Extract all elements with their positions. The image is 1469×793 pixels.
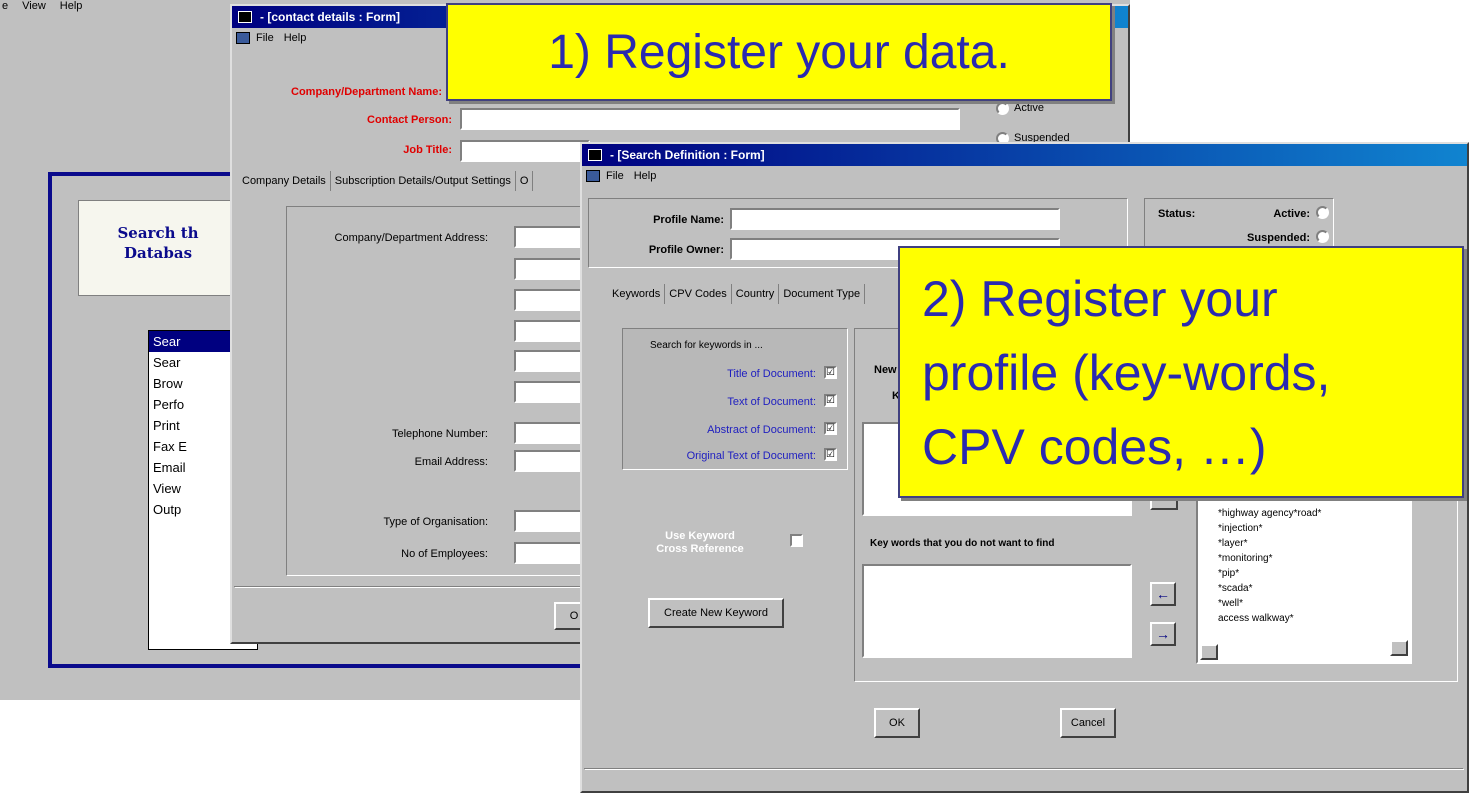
tab-other[interactable]: O [516,171,534,191]
search-in-title: Search for keywords in ... [650,340,763,351]
cross-reference-label: Use Keyword Cross Reference [630,530,770,556]
employees-label: No of Employees: [401,548,488,560]
list-item[interactable]: access walkway* [1218,611,1410,626]
ok-button[interactable]: OK [874,708,920,738]
banner-line-2: Databas [123,244,193,262]
email-input[interactable] [514,450,584,472]
contact-person-input[interactable] [460,108,960,130]
profile-name-input[interactable] [730,208,1060,230]
form-icon [588,149,602,161]
list-item[interactable]: *layer* [1218,536,1410,551]
title-of-document-checkbox[interactable]: ☑ [824,366,837,379]
form-menu-icon [586,170,600,182]
active-radio[interactable] [1316,206,1329,219]
cross-reference-line-2: Cross Reference [656,543,744,555]
address-line-3[interactable] [514,289,584,311]
search-window-title: - [Search Definition : Form] [610,148,765,162]
address-line-5[interactable] [514,350,584,372]
move-left-button[interactable]: ← [1150,582,1176,606]
cross-reference-checkbox[interactable] [790,534,803,547]
contact-tab-strip: Company Details Subscription Details/Out… [238,171,534,191]
abstract-of-document-checkbox[interactable]: ☑ [824,422,837,435]
search-window-titlebar[interactable]: - [Search Definition : Form] [582,144,1467,166]
email-label: Email Address: [414,456,488,468]
search-window-menubar: File Help [582,166,1467,186]
menu-item-view[interactable]: View [22,0,46,14]
address-line-4[interactable] [514,320,584,342]
divider [584,768,1464,770]
create-new-keyword-button[interactable]: Create New Keyword [648,598,784,628]
exclude-keywords-label: Key words that you do not want to find [870,538,1055,549]
menu-item-file[interactable]: File [606,166,624,186]
list-item[interactable]: *injection* [1218,521,1410,536]
profile-owner-label: Profile Owner: [648,244,724,256]
title-of-document-label: Title of Document: [727,368,816,380]
address-line-6[interactable] [514,381,584,403]
telephone-label: Telephone Number: [391,428,488,440]
move-right-button[interactable]: → [1150,622,1176,646]
callout-register-data: 1) Register your data. [446,3,1112,101]
text-of-document-checkbox[interactable]: ☑ [824,394,837,407]
list-item[interactable]: *highway agency*road* [1218,506,1410,521]
list-item[interactable]: *monitoring* [1218,551,1410,566]
callout-line-1: 2) Register your [922,271,1278,327]
list-item[interactable]: *pip* [1218,566,1410,581]
tab-keywords[interactable]: Keywords [608,284,666,304]
contact-window-title: - [contact details : Form] [260,10,401,24]
address-label: Company/Department Address: [334,232,488,244]
tab-country[interactable]: Country [732,284,780,304]
scroll-down-button[interactable] [1390,640,1408,656]
callout-line-3: CPV codes, …) [922,419,1267,475]
telephone-input[interactable] [514,422,584,444]
abstract-of-document-label: Abstract of Document: [707,424,816,436]
employees-input[interactable] [514,542,584,564]
company-name-label: Company/Department Name: [291,86,442,98]
menu-item-help[interactable]: Help [634,166,657,186]
address-line-2[interactable] [514,258,584,280]
suspended-label: Suspended: [1247,232,1310,244]
list-item[interactable]: *well* [1218,596,1410,611]
tab-cpv-codes[interactable]: CPV Codes [665,284,732,304]
form-icon [238,11,252,23]
list-item[interactable]: *scada* [1218,581,1410,596]
menu-item-file[interactable]: File [256,28,274,48]
menu-item-file[interactable]: e [2,0,8,14]
tab-subscription-details[interactable]: Subscription Details/Output Settings [331,171,516,191]
scroll-left-button[interactable] [1200,644,1218,660]
tab-company-details[interactable]: Company Details [238,171,331,191]
menu-item-help[interactable]: Help [60,0,83,14]
org-type-label: Type of Organisation: [383,516,488,528]
active-radio[interactable] [996,102,1009,115]
org-type-input[interactable] [514,510,584,532]
active-radio-label: Active [1014,102,1044,114]
callout-register-profile: 2) Register your profile (key-words, CPV… [898,246,1464,498]
job-title-label: Job Title: [403,144,452,156]
background-menubar: e View Help [0,0,82,14]
job-title-input[interactable] [460,140,590,162]
contact-person-label: Contact Person: [367,114,452,126]
original-text-label: Original Text of Document: [686,450,816,462]
active-label: Active: [1273,208,1310,220]
search-banner: Search th Databas [78,200,238,296]
original-text-checkbox[interactable]: ☑ [824,448,837,461]
keywords-to-exclude-list[interactable] [862,564,1132,658]
callout-line-2: profile (key-words, [922,345,1331,401]
new-keyword-label: New [874,364,897,376]
status-label: Status: [1158,208,1196,220]
cross-reference-line-1: Use Keyword [665,530,735,542]
tab-document-type[interactable]: Document Type [779,284,866,304]
search-tab-strip: Keywords CPV Codes Country Document Type [608,284,866,304]
text-of-document-label: Text of Document: [727,396,816,408]
profile-name-label: Profile Name: [653,214,724,226]
address-line-1[interactable] [514,226,584,248]
form-menu-icon [236,32,250,44]
menu-item-help[interactable]: Help [284,28,307,48]
suspended-radio[interactable] [1316,230,1329,243]
banner-line-1: Search th [117,224,199,242]
cancel-button[interactable]: Cancel [1060,708,1116,738]
